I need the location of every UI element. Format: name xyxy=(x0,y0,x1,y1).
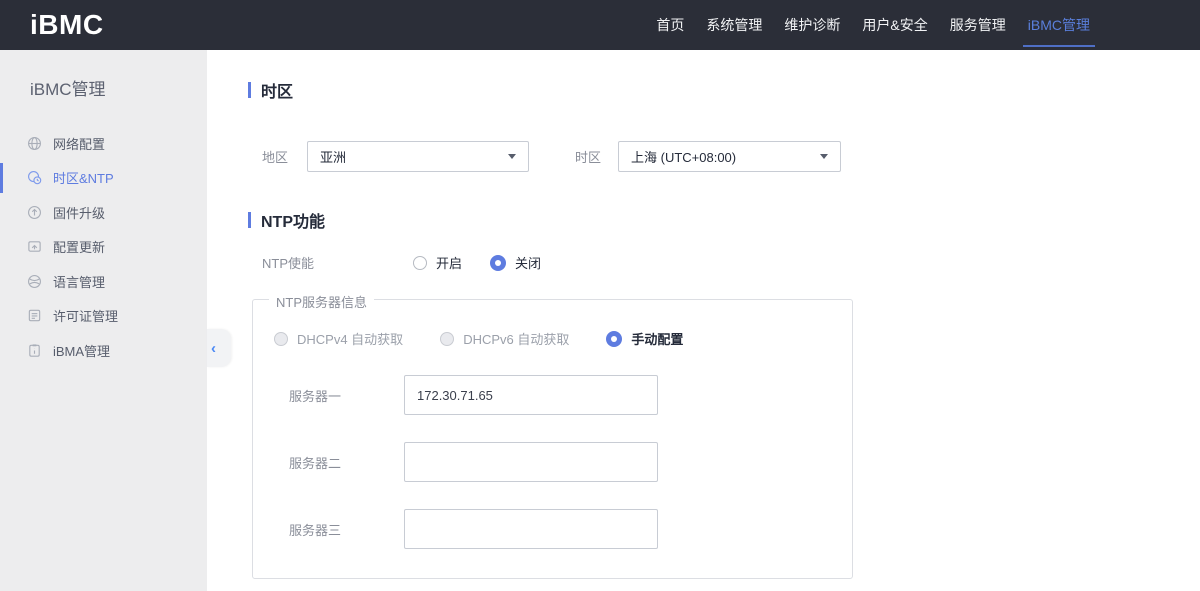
ntp-enable-label: NTP使能 xyxy=(262,256,315,271)
chevron-down-icon xyxy=(508,154,516,159)
sidebar-item-firmware-upgrade[interactable]: 固件升级 xyxy=(0,195,207,230)
timezone-select[interactable]: 上海 (UTC+08:00) xyxy=(618,141,841,172)
ntp-enable-off-label: 关闭 xyxy=(515,256,542,271)
top-header: iBMC 首页 系统管理 维护诊断 用户&安全 服务管理 iBMC管理 xyxy=(0,0,1200,50)
ntp-enable-row: NTP使能 开启 关闭 xyxy=(248,253,1200,272)
server-three-row: 服务器三 xyxy=(253,509,852,549)
sidebar-item-label: 网络配置 xyxy=(53,136,106,152)
sidebar-item-label: 时区&NTP xyxy=(53,171,114,187)
sidebar-item-ibma[interactable]: iBMA管理 xyxy=(0,333,207,368)
radio-checked-icon xyxy=(606,330,623,347)
timezone-select-value: 上海 (UTC+08:00) xyxy=(631,150,737,165)
ibma-clipboard-icon xyxy=(27,343,42,358)
timezone-label: 时区 xyxy=(575,150,602,165)
network-globe-icon xyxy=(27,136,42,151)
server-one-row: 服务器一 xyxy=(253,375,852,415)
sidebar-item-label: 固件升级 xyxy=(53,205,106,221)
chevron-down-icon xyxy=(820,154,828,159)
region-label: 地区 xyxy=(262,150,289,165)
server-two-input[interactable] xyxy=(404,442,658,482)
language-globe-icon xyxy=(27,274,42,289)
sidebar-item-language[interactable]: 语言管理 xyxy=(0,264,207,299)
firmware-upgrade-icon xyxy=(27,205,42,220)
server-two-label: 服务器二 xyxy=(289,455,342,471)
timezone-section-title: 时区 xyxy=(261,84,294,101)
radio-disabled-icon xyxy=(274,331,288,346)
sidebar-item-timezone-ntp[interactable]: 时区&NTP xyxy=(0,161,207,196)
radio-unchecked-icon xyxy=(413,255,427,270)
server-one-input[interactable] xyxy=(404,375,658,415)
server-one-label: 服务器一 xyxy=(289,388,342,404)
manual-config-radio[interactable]: 手动配置 xyxy=(606,329,683,348)
nav-item-home[interactable]: 首页 xyxy=(654,0,686,50)
license-document-icon xyxy=(27,308,42,323)
sidebar-item-network-config[interactable]: 网络配置 xyxy=(0,126,207,161)
sidebar-item-label: iBMA管理 xyxy=(53,343,111,359)
ntp-section-header: NTP功能 xyxy=(248,208,1200,232)
server-three-label: 服务器三 xyxy=(289,522,342,538)
sidebar-item-label: 许可证管理 xyxy=(53,309,119,325)
region-select[interactable]: 亚洲 xyxy=(307,141,529,172)
nav-item-user-security[interactable]: 用户&安全 xyxy=(860,0,929,50)
ntp-section-title: NTP功能 xyxy=(261,214,326,231)
dhcpv4-auto-label: DHCPv4 自动获取 xyxy=(297,332,404,347)
sidebar-title: iBMC管理 xyxy=(30,80,106,99)
top-navigation: 首页 系统管理 维护诊断 用户&安全 服务管理 iBMC管理 xyxy=(654,0,1200,50)
sidebar: iBMC管理 网络配置 时区&NTP 固件升级 配置更新 语言管理 许可证管理 … xyxy=(0,50,231,591)
region-select-value: 亚洲 xyxy=(320,150,347,165)
sidebar-item-label: 语言管理 xyxy=(53,274,106,290)
section-accent-bar xyxy=(248,212,251,228)
server-three-input[interactable] xyxy=(404,509,658,549)
timezone-clock-icon xyxy=(27,170,42,185)
radio-checked-icon xyxy=(490,254,507,271)
timezone-section-header: 时区 xyxy=(248,78,1200,102)
ntp-server-group: NTP服务器信息 DHCPv4 自动获取 DHCPv6 自动获取 手动配置 服务… xyxy=(252,292,853,579)
chevron-left-icon: ‹ xyxy=(211,339,216,357)
nav-item-services[interactable]: 服务管理 xyxy=(948,0,1008,50)
dhcpv6-auto-radio[interactable]: DHCPv6 自动获取 xyxy=(440,329,569,348)
ntp-enable-on-radio[interactable]: 开启 xyxy=(413,253,462,272)
sidebar-menu: 网络配置 时区&NTP 固件升级 配置更新 语言管理 许可证管理 iBMA管理 xyxy=(0,126,207,368)
radio-disabled-icon xyxy=(440,331,455,346)
main-content: 时区 地区 亚洲 时区 上海 (UTC+08:00) NTP功能 NTP使能 开… xyxy=(207,50,1200,591)
sidebar-item-license[interactable]: 许可证管理 xyxy=(0,299,207,334)
manual-config-label: 手动配置 xyxy=(631,332,684,347)
dhcpv4-auto-radio[interactable]: DHCPv4 自动获取 xyxy=(274,329,403,348)
config-update-icon xyxy=(27,239,42,254)
dhcpv6-auto-label: DHCPv6 自动获取 xyxy=(463,332,570,347)
nav-item-ibmc-management[interactable]: iBMC管理 xyxy=(1022,0,1096,50)
sidebar-item-label: 配置更新 xyxy=(53,240,106,256)
ntp-enable-off-radio[interactable]: 关闭 xyxy=(490,253,541,272)
nav-item-maintenance[interactable]: 维护诊断 xyxy=(782,0,842,50)
section-accent-bar xyxy=(248,82,251,98)
sidebar-item-config-update[interactable]: 配置更新 xyxy=(0,230,207,265)
ibmc-logo: iBMC xyxy=(30,9,104,40)
server-two-row: 服务器二 xyxy=(253,442,852,482)
ntp-enable-on-label: 开启 xyxy=(436,256,463,271)
timezone-form-row: 地区 亚洲 时区 上海 (UTC+08:00) xyxy=(248,141,1200,172)
ntp-server-mode-row: DHCPv4 自动获取 DHCPv6 自动获取 手动配置 xyxy=(253,329,852,348)
ntp-server-group-legend: NTP服务器信息 xyxy=(269,292,375,311)
sidebar-collapse-button[interactable]: ‹ xyxy=(207,329,231,367)
nav-item-system[interactable]: 系统管理 xyxy=(704,0,764,50)
